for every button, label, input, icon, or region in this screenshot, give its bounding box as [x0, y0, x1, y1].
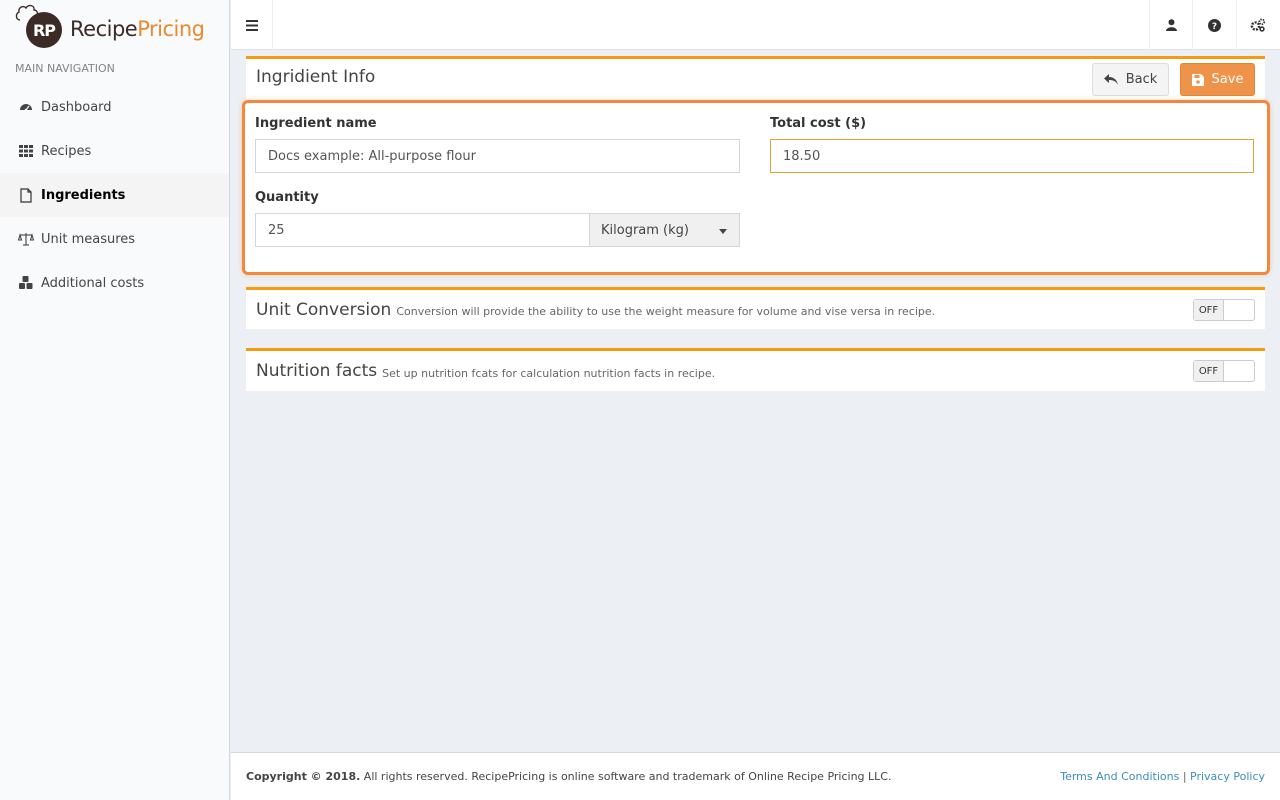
grid-icon	[18, 143, 34, 159]
footer: Copyright © 2018. All rights reserved. R…	[231, 752, 1280, 800]
sidebar-item-label: Recipes	[41, 143, 92, 159]
unit-select[interactable]: Kilogram (kg)	[589, 213, 740, 247]
settings-button[interactable]	[1236, 0, 1279, 50]
svg-text:?: ?	[1211, 22, 1216, 32]
nutrition-facts-toggle[interactable]: OFF	[1193, 360, 1255, 382]
toggle-off-label: OFF	[1194, 300, 1224, 320]
quantity-label: Quantity	[255, 190, 319, 205]
menu-icon	[245, 19, 258, 31]
unit-select-value: Kilogram (kg)	[601, 222, 689, 238]
total-cost-label: Total cost ($)	[770, 116, 867, 131]
ingredient-info-box: Ingridient Info Back Save Ingredient nam…	[242, 56, 1270, 275]
logo-text-part1: Recipe	[70, 17, 138, 41]
unit-conversion-toggle[interactable]: OFF	[1193, 299, 1255, 321]
unit-conversion-box: Unit Conversion Conversion will provide …	[246, 287, 1265, 329]
dashboard-icon	[18, 99, 34, 115]
logo-text-part2: Pricing	[137, 17, 205, 41]
nutrition-facts-subtitle: Set up nutrition fcats for calculation n…	[382, 366, 716, 380]
copyright-rest: All rights reserved. RecipePricing is on…	[360, 770, 892, 783]
terms-link[interactable]: Terms And Conditions	[1060, 770, 1179, 783]
sidebar-item-label: Dashboard	[41, 99, 112, 115]
back-button-label: Back	[1125, 72, 1158, 87]
nutrition-facts-title: Nutrition facts	[256, 361, 378, 381]
sidebar-item-label: Unit measures	[41, 231, 136, 247]
quantity-input[interactable]: 25	[255, 213, 590, 247]
nutrition-facts-header: Nutrition facts Set up nutrition fcats f…	[246, 351, 1265, 391]
unit-conversion-title: Unit Conversion	[256, 299, 392, 320]
sidebar-item-unit-measures[interactable]: Unit measures	[0, 217, 229, 261]
unit-conversion-header: Unit Conversion Conversion will provide …	[246, 290, 1265, 329]
logo[interactable]: RP RecipePricing	[0, 0, 229, 50]
top-bar: ?	[231, 0, 1280, 50]
sidebar-item-label: Ingredients	[41, 187, 126, 203]
logo-badge: RP	[14, 2, 62, 48]
ingredient-name-label: Ingredient name	[255, 116, 377, 131]
logo-badge-text: RP	[26, 12, 62, 48]
nutrition-facts-box: Nutrition facts Set up nutrition fcats f…	[246, 348, 1265, 391]
cubes-icon	[18, 275, 34, 291]
toggle-off-label: OFF	[1194, 361, 1224, 381]
sidebar-item-label: Additional costs	[41, 275, 145, 291]
ingredient-name-input[interactable]: Docs example: All-purpose flour	[255, 139, 740, 173]
save-button[interactable]: Save	[1180, 63, 1255, 96]
footer-links: Terms And Conditions | Privacy Policy	[1060, 770, 1265, 783]
logo-text: RecipePricing	[70, 17, 205, 41]
footer-separator: |	[1182, 770, 1187, 783]
ingredient-info-title: Ingridient Info	[256, 67, 376, 87]
total-cost-input[interactable]: 18.50	[770, 139, 1254, 173]
ingredient-info-header: Ingridient Info Back Save	[246, 59, 1265, 96]
unit-conversion-subtitle: Conversion will provide the ability to u…	[396, 305, 936, 318]
reply-icon	[1103, 74, 1118, 85]
sidebar-item-dashboard[interactable]: Dashboard	[0, 85, 229, 129]
sidebar-item-ingredients[interactable]: Ingredients	[0, 173, 229, 217]
file-icon	[18, 187, 34, 203]
sidebar: RP RecipePricing MAIN NAVIGATION Dashboa…	[0, 0, 230, 800]
balance-scale-icon	[18, 231, 34, 247]
main-content: Ingridient Info Back Save Ingredient nam…	[242, 56, 1270, 410]
caret-down-icon	[719, 229, 727, 234]
save-button-label: Save	[1211, 72, 1244, 87]
back-button[interactable]: Back	[1092, 63, 1169, 96]
privacy-link[interactable]: Privacy Policy	[1190, 770, 1265, 783]
help-button[interactable]: ?	[1192, 0, 1235, 50]
nav-header: MAIN NAVIGATION	[15, 62, 115, 75]
sidebar-toggle-button[interactable]	[231, 0, 273, 50]
copyright-text: Copyright © 2018. All rights reserved. R…	[246, 770, 891, 783]
sidebar-item-additional-costs[interactable]: Additional costs	[0, 261, 229, 305]
ingredient-form: Ingredient name Docs example: All-purpos…	[242, 100, 1270, 275]
sidebar-item-recipes[interactable]: Recipes	[0, 129, 229, 173]
user-icon	[1165, 19, 1177, 31]
save-icon	[1191, 73, 1204, 86]
help-icon: ?	[1207, 18, 1221, 32]
settings-icon	[1250, 18, 1266, 32]
copyright-bold: Copyright © 2018.	[246, 770, 361, 783]
user-menu-button[interactable]	[1149, 0, 1192, 50]
